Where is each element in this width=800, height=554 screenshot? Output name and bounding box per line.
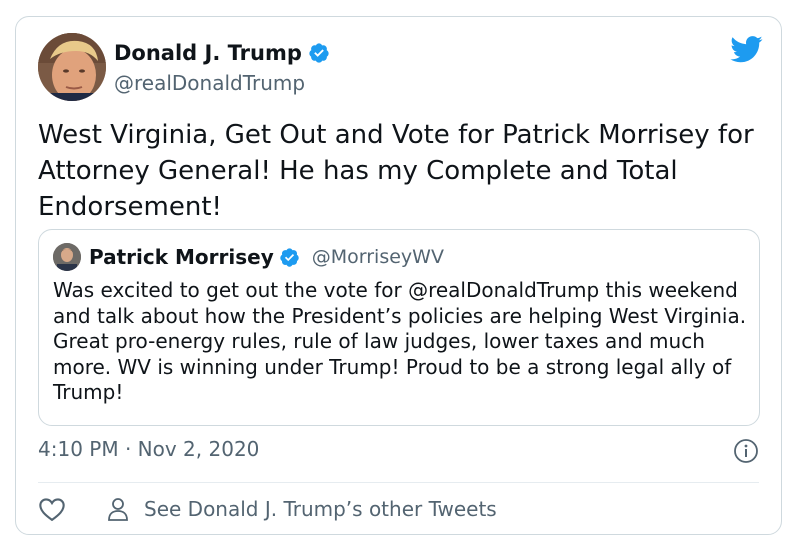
person-icon <box>106 496 130 522</box>
author-name[interactable]: Donald J. Trump <box>114 41 302 65</box>
quoted-tweet-text: Was excited to get out the vote for @rea… <box>53 278 747 404</box>
verified-badge-icon <box>279 247 300 268</box>
info-icon[interactable] <box>733 438 759 464</box>
author-block[interactable]: Donald J. Trump @realDonaldTrump <box>114 37 330 95</box>
author-handle[interactable]: @realDonaldTrump <box>114 71 330 95</box>
tweet-actions: See Donald J. Trump’s other Tweets <box>38 493 497 525</box>
quoted-tweet[interactable]: Patrick Morrisey @MorriseyWV Was excited… <box>38 229 760 426</box>
see-other-tweets-link[interactable]: See Donald J. Trump’s other Tweets <box>106 496 497 522</box>
tweet-text: West Virginia, Get Out and Vote for Patr… <box>38 120 754 222</box>
quoted-author-avatar[interactable] <box>53 243 81 271</box>
tweet-timestamp[interactable]: 4:10 PM · Nov 2, 2020 <box>38 437 259 461</box>
divider <box>38 482 759 483</box>
heart-icon[interactable] <box>38 496 66 522</box>
tweet-embed-card[interactable]: Donald J. Trump @realDonaldTrump West Vi… <box>15 16 782 535</box>
quoted-author-handle[interactable]: @MorriseyWV <box>312 246 444 268</box>
quoted-author-name[interactable]: Patrick Morrisey <box>89 245 274 269</box>
author-avatar[interactable] <box>38 33 106 101</box>
twitter-bird-icon[interactable] <box>729 35 763 65</box>
verified-badge-icon <box>308 42 330 64</box>
see-other-tweets-label[interactable]: See Donald J. Trump’s other Tweets <box>144 497 497 521</box>
